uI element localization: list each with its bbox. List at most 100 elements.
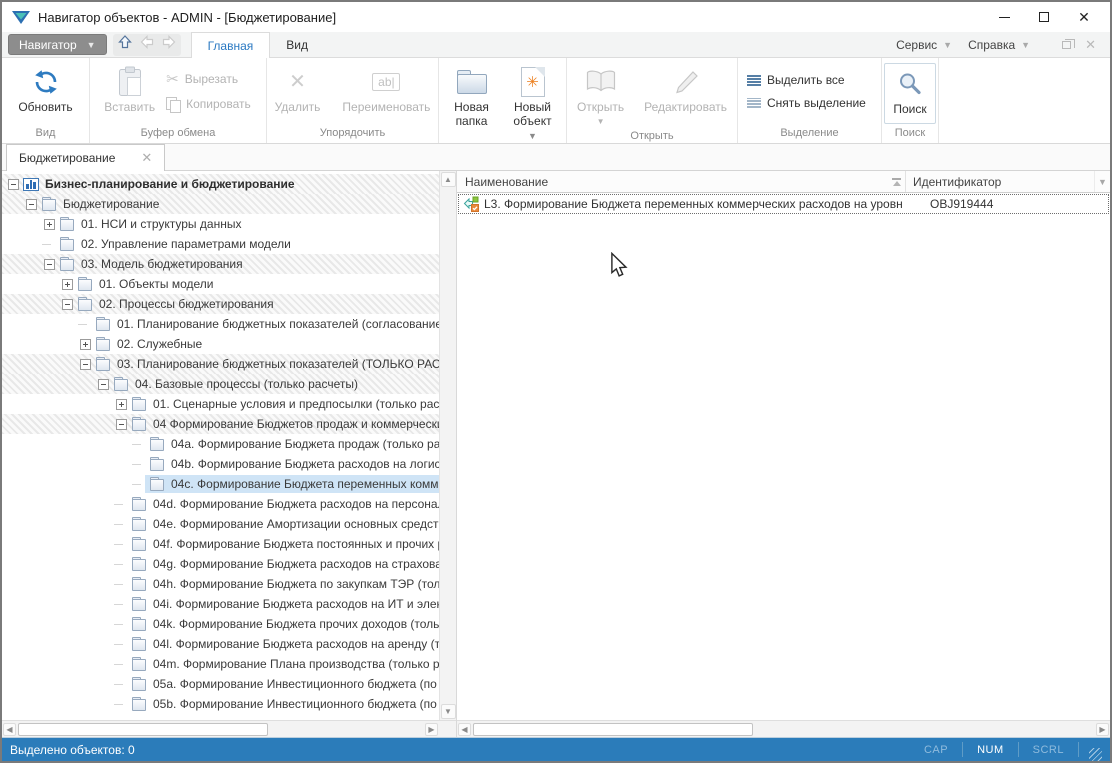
mdi-window-buttons: ✕: [1048, 37, 1096, 53]
tree-item[interactable]: 04a. Формирование Бюджета продаж (только…: [2, 434, 439, 454]
delete-button[interactable]: ✕ Удалить: [270, 61, 326, 126]
forward-button[interactable]: [161, 34, 177, 55]
copy-button[interactable]: Копировать: [166, 97, 251, 111]
select-all-label: Выделить все: [767, 73, 845, 87]
list-hscroll-thumb[interactable]: [473, 723, 753, 736]
expand-icon[interactable]: [116, 399, 127, 410]
clear-selection-button[interactable]: Снять выделение: [747, 96, 866, 110]
scroll-right-icon[interactable]: ▶: [425, 723, 438, 736]
navigation-arrows: [113, 34, 181, 56]
new-folder-button[interactable]: Новая папка: [444, 61, 500, 143]
tree-item[interactable]: 04g. Формирование Бюджета расходов на ст…: [2, 554, 439, 574]
close-button[interactable]: ✕: [1064, 4, 1104, 30]
menu-servis[interactable]: Сервис ▼: [888, 38, 960, 52]
tree-item[interactable]: 02. Управление параметрами модели: [2, 234, 439, 254]
select-all-button[interactable]: Выделить все: [747, 73, 866, 87]
tree-item[interactable]: 02. Процессы бюджетирования: [2, 294, 439, 314]
collapse-icon[interactable]: [116, 419, 127, 430]
menu-spravka[interactable]: Справка ▼: [960, 38, 1038, 52]
folder-icon: [131, 677, 147, 691]
tab-close-icon[interactable]: ✕: [141, 150, 152, 166]
tree-item[interactable]: 04h. Формирование Бюджета по закупкам ТЭ…: [2, 574, 439, 594]
tree-hscroll-thumb[interactable]: [18, 723, 268, 736]
refresh-button[interactable]: Обновить: [13, 61, 77, 126]
copy-label: Копировать: [186, 97, 251, 111]
scroll-right-icon[interactable]: ▶: [1096, 723, 1109, 736]
tree-item[interactable]: 04. Базовые процессы (только расчеты): [2, 374, 439, 394]
tree-item[interactable]: Бюджетирование: [2, 194, 439, 214]
folder-icon: [77, 297, 93, 311]
new-object-button[interactable]: ✳ Новый объект ▼: [504, 61, 562, 143]
tree-horizontal-scrollbar[interactable]: ◀ ▶: [2, 720, 456, 737]
tree-item[interactable]: 05b. Формирование Инвестиционного бюджет…: [2, 694, 439, 714]
tree-item[interactable]: 04e. Формирование Амортизации основных с…: [2, 514, 439, 534]
mdi-restore-button[interactable]: [1062, 41, 1071, 49]
scroll-down-icon[interactable]: ▼: [441, 704, 456, 719]
folder-icon: [131, 397, 147, 411]
collapse-icon[interactable]: [80, 359, 91, 370]
title-bar: Навигатор объектов - ADMIN - [Бюджетиров…: [2, 2, 1110, 32]
tree-item-label: 02. Процессы бюджетирования: [96, 297, 277, 311]
tree-item[interactable]: 04d. Формирование Бюджета расходов на пе…: [2, 494, 439, 514]
tree-item[interactable]: 04f. Формирование Бюджета постоянных и п…: [2, 534, 439, 554]
tree-item[interactable]: 01. НСИ и структуры данных: [2, 214, 439, 234]
tree-item[interactable]: Бизнес-планирование и бюджетирование: [2, 174, 439, 194]
list-row[interactable]: L3. Формирование Бюджета переменных комм…: [458, 194, 1109, 214]
scissors-icon: ✂: [166, 70, 179, 88]
expand-icon[interactable]: [62, 279, 73, 290]
scroll-up-icon[interactable]: ▲: [441, 172, 456, 187]
up-level-button[interactable]: [117, 34, 133, 55]
collapse-icon[interactable]: [26, 199, 37, 210]
tab-vid[interactable]: Вид: [270, 32, 324, 57]
tab-glavnaya[interactable]: Главная: [191, 32, 271, 58]
tree-item[interactable]: 04l. Формирование Бюджета расходов на ар…: [2, 634, 439, 654]
collapse-icon[interactable]: [8, 179, 19, 190]
tree-item[interactable]: 04 Формирование Бюджетов продаж и коммер…: [2, 414, 439, 434]
tree-item-label: 04 Формирование Бюджетов продаж и коммер…: [150, 417, 439, 431]
tree-item[interactable]: 01. Планирование бюджетных показателей (…: [2, 314, 439, 334]
tree-item[interactable]: 03. Модель бюджетирования: [2, 254, 439, 274]
column-header-name[interactable]: Наименование: [457, 171, 905, 192]
tree-item[interactable]: 01. Сценарные условия и предпосылки (тол…: [2, 394, 439, 414]
ribbon-group-view: Обновить Вид: [2, 58, 90, 143]
tree-item[interactable]: 04m. Формирование Плана производства (то…: [2, 654, 439, 674]
edit-button[interactable]: Редактировать: [639, 61, 732, 129]
rename-button[interactable]: ab| Переименовать: [337, 61, 435, 126]
tree-item[interactable]: 04c. Формирование Бюджета переменных ком…: [2, 474, 439, 494]
collapse-icon[interactable]: [44, 259, 55, 270]
maximize-button[interactable]: [1024, 4, 1064, 30]
tree-item[interactable]: 05a. Формирование Инвестиционного бюджет…: [2, 674, 439, 694]
column-filter-icon[interactable]: ▼: [1094, 171, 1110, 192]
tree-item-label: 04e. Формирование Амортизации основных с…: [150, 517, 439, 531]
tree-item[interactable]: 03. Планирование бюджетных показателей (…: [2, 354, 439, 374]
scroll-left-icon[interactable]: ◀: [3, 723, 16, 736]
tree-item[interactable]: 01. Объекты модели: [2, 274, 439, 294]
cut-button[interactable]: ✂ Вырезать: [166, 70, 251, 88]
collapse-icon[interactable]: [62, 299, 73, 310]
resize-grip[interactable]: [1089, 748, 1102, 761]
object-name: L3. Формирование Бюджета переменных комм…: [484, 197, 902, 211]
tree-vertical-scrollbar[interactable]: ▲ ▼: [439, 171, 456, 720]
folder-icon: [149, 437, 165, 451]
tree-item[interactable]: 04b. Формирование Бюджета расходов на ло…: [2, 454, 439, 474]
tree-item[interactable]: 04k. Формирование Бюджета прочих доходов…: [2, 614, 439, 634]
search-button[interactable]: Поиск: [884, 63, 935, 124]
tree-item-label: 01. Объекты модели: [96, 277, 216, 291]
paste-button[interactable]: Вставить: [99, 61, 160, 126]
navigator-menu-button[interactable]: Навигатор ▼: [8, 34, 107, 55]
scroll-left-icon[interactable]: ◀: [458, 723, 471, 736]
expand-icon[interactable]: [80, 339, 91, 350]
tree-item[interactable]: 04i. Формирование Бюджета расходов на ИТ…: [2, 594, 439, 614]
selected-tree-item[interactable]: 04c. Формирование Бюджета переменных ком…: [145, 475, 439, 493]
document-tab-budgeting[interactable]: Бюджетирование ✕: [6, 144, 165, 171]
open-button[interactable]: Открыть ▼: [572, 61, 629, 129]
back-button[interactable]: [139, 34, 155, 55]
column-header-id[interactable]: Идентификатор ▼: [906, 171, 1110, 192]
object-id: OBJ919444: [902, 197, 993, 211]
minimize-button[interactable]: [984, 4, 1024, 30]
tree-item[interactable]: 02. Служебные: [2, 334, 439, 354]
expand-icon[interactable]: [44, 219, 55, 230]
mdi-close-button[interactable]: ✕: [1085, 37, 1096, 53]
collapse-icon[interactable]: [98, 379, 109, 390]
list-horizontal-scrollbar[interactable]: ◀ ▶: [457, 720, 1110, 737]
